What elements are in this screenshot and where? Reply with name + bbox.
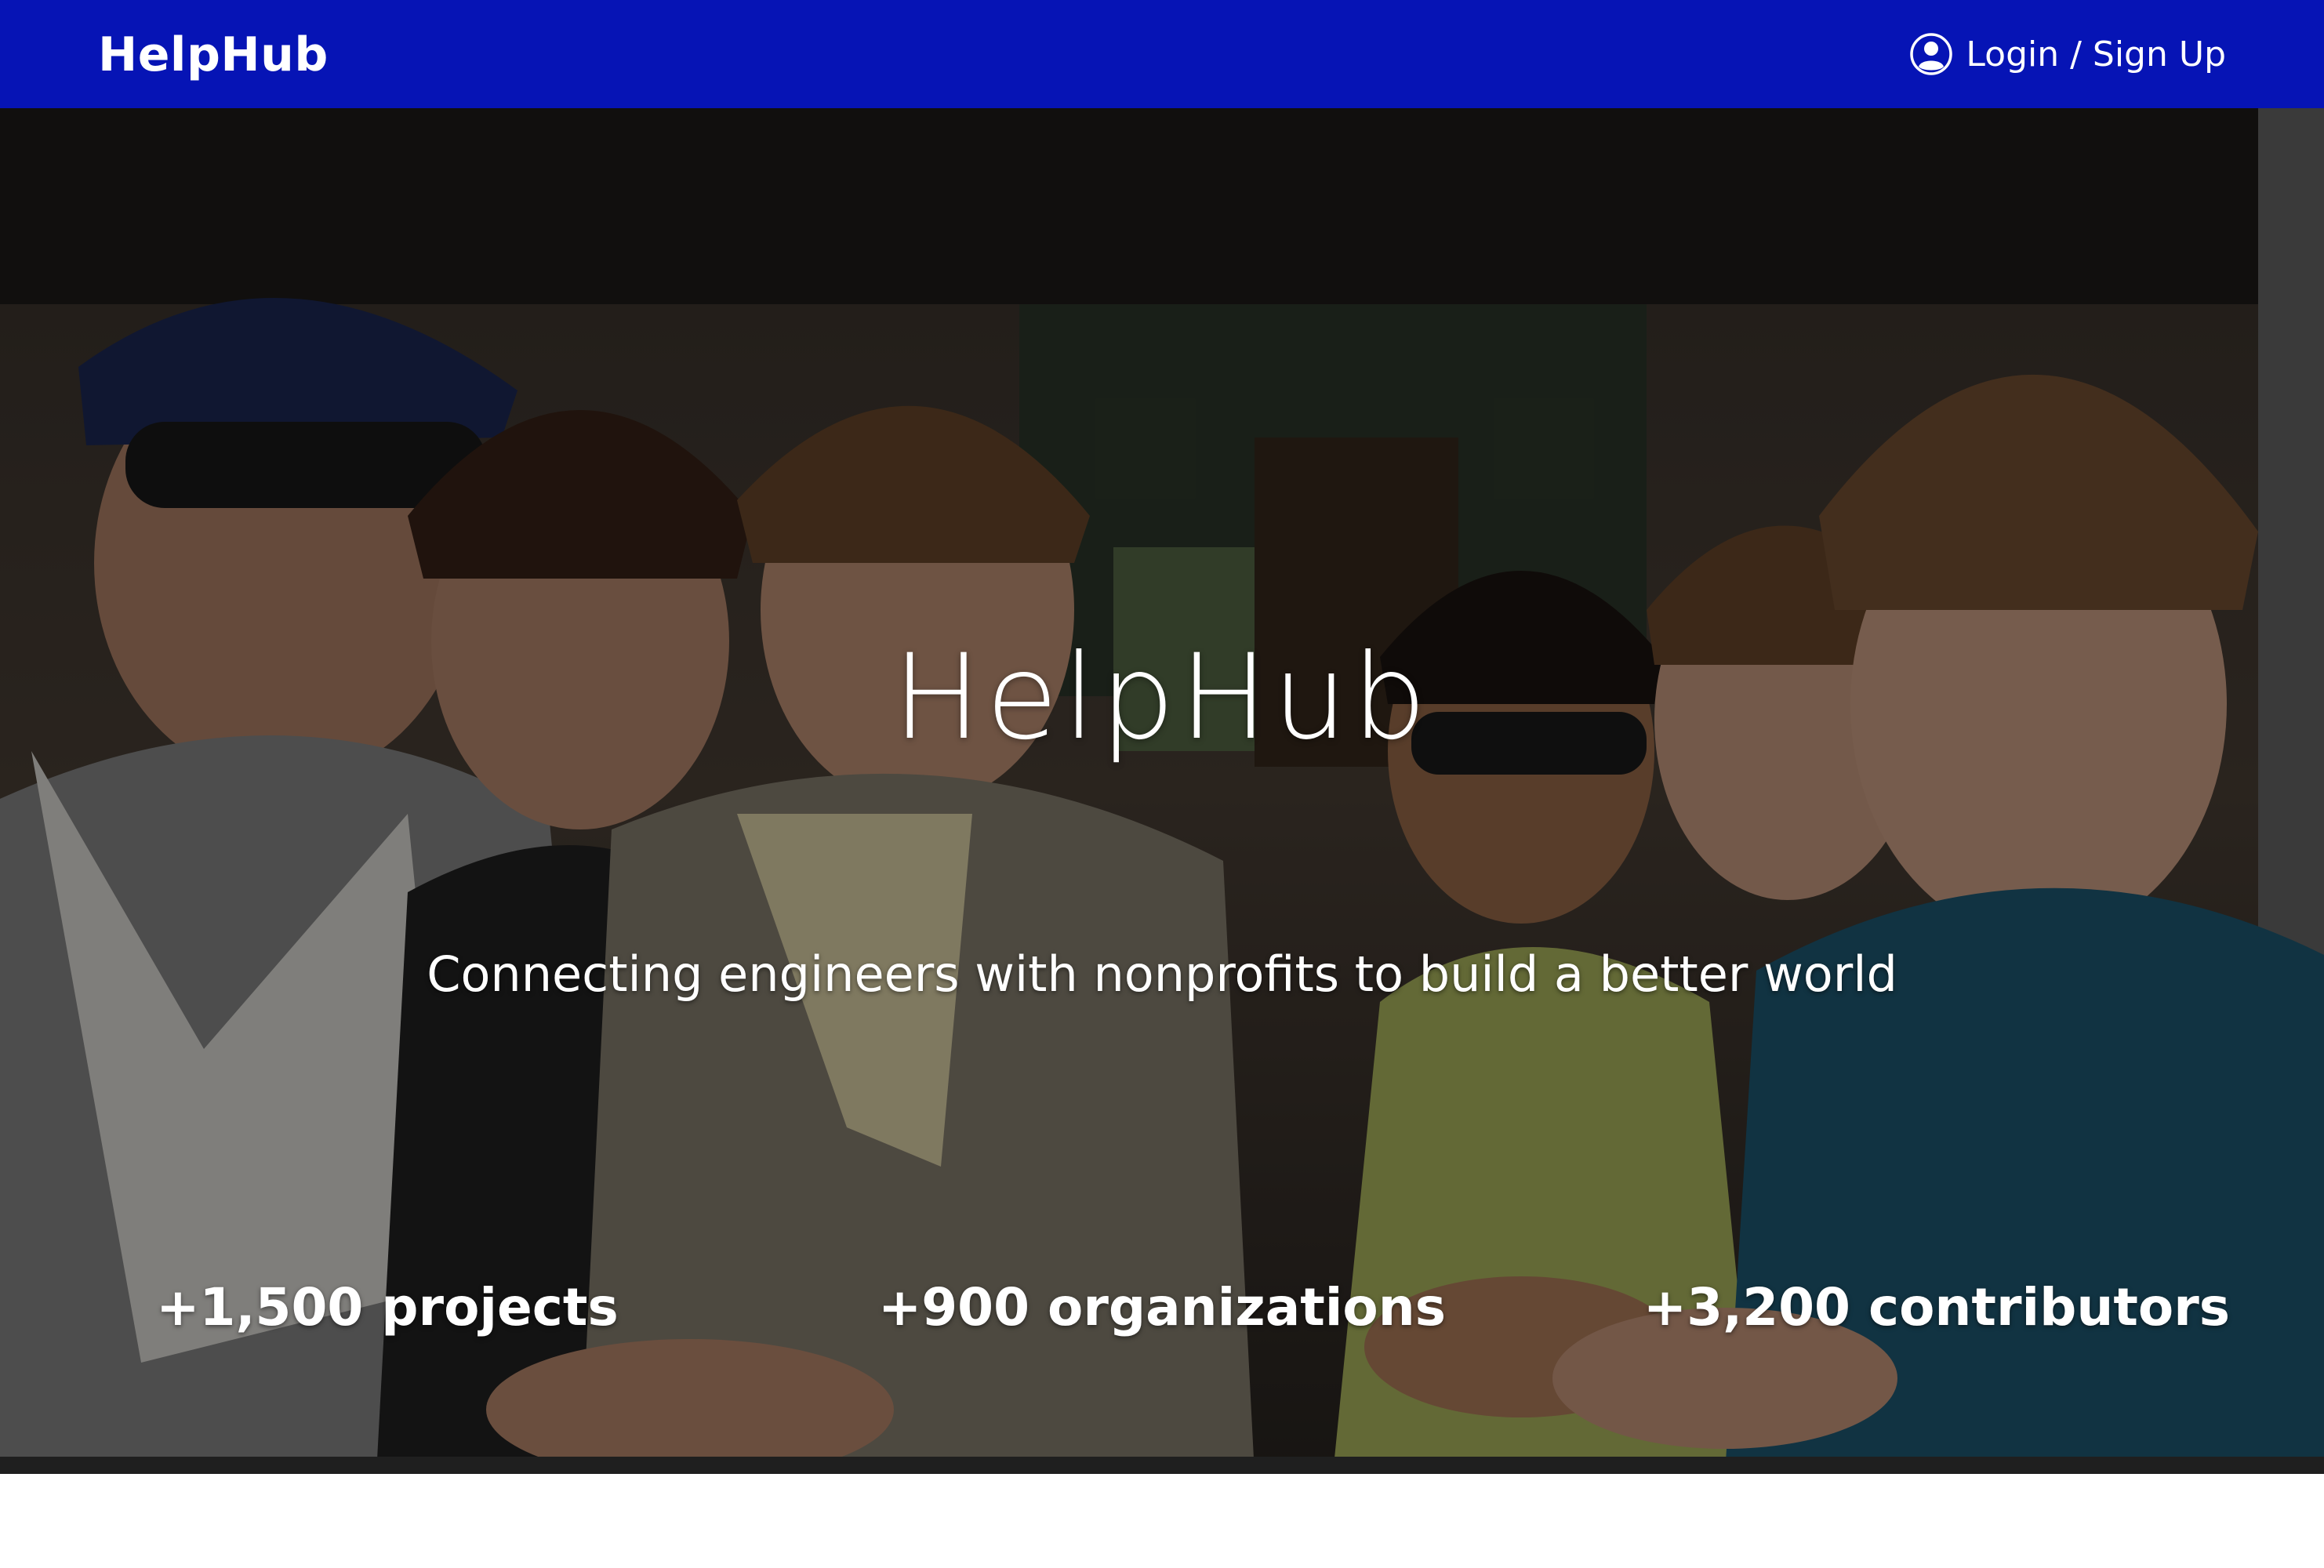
stat-projects: +1,500 projects bbox=[156, 1277, 619, 1338]
top-navbar: HelpHub Login / Sign Up bbox=[0, 0, 2324, 108]
user-circle-icon bbox=[1909, 32, 1953, 76]
page-content-below-hero bbox=[0, 1474, 2324, 1568]
stat-organizations: +900 organizations bbox=[877, 1277, 1447, 1338]
stat-contributors: +3,200 contributors bbox=[1643, 1277, 2231, 1338]
hero-dark-overlay bbox=[0, 108, 2324, 1474]
hero-title: HelpHub bbox=[892, 630, 1432, 766]
hero-subtitle: Connecting engineers with nonprofits to … bbox=[427, 946, 1897, 1003]
login-signup-button[interactable]: Login / Sign Up bbox=[1909, 0, 2226, 108]
brand-logo-link[interactable]: HelpHub bbox=[98, 0, 329, 108]
hero-section: HelpHub Connecting engineers with nonpro… bbox=[0, 108, 2324, 1474]
login-signup-label: Login / Sign Up bbox=[1966, 34, 2226, 74]
